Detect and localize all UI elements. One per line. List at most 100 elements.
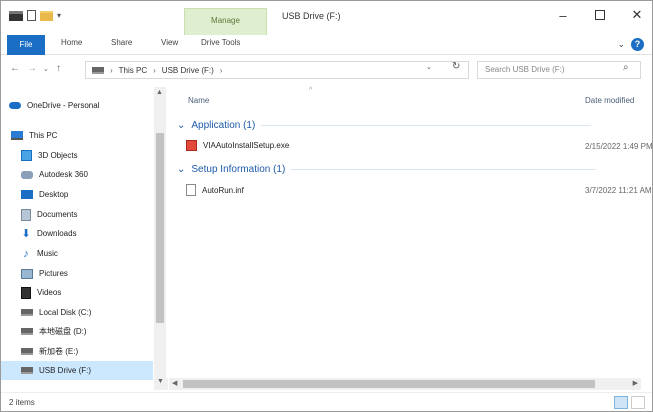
nav-item-autodesk-360[interactable]: Autodesk 360 xyxy=(1,165,153,184)
ribbon-tabs: File Home Share View Drive Tools ⌄ ? xyxy=(1,35,652,55)
group-divider xyxy=(261,125,592,126)
list-item[interactable]: AutoRun.inf xyxy=(186,184,244,196)
address-bar[interactable]: › This PC › USB Drive (F:) › xyxy=(85,61,469,79)
app-icon xyxy=(9,10,23,21)
nav-item-onedrive[interactable]: OneDrive - Personal xyxy=(1,96,153,115)
nav-item-pictures[interactable]: Pictures xyxy=(1,264,153,283)
nav-item-disk-d[interactable]: 本地磁盘 (D:) xyxy=(1,322,153,341)
breadcrumb-separator[interactable]: › xyxy=(110,66,113,75)
horizontal-scrollbar[interactable]: ◀ ▶ xyxy=(169,378,641,390)
tab-manage[interactable]: Manage xyxy=(184,8,267,35)
expand-ribbon-chevron-icon[interactable]: ⌄ xyxy=(617,39,625,50)
nav-item-label: USB Drive (F:) xyxy=(39,366,91,375)
scroll-right-icon[interactable]: ▶ xyxy=(633,379,638,387)
nav-item-label: Downloads xyxy=(37,229,77,238)
downloads-icon: ⬇ xyxy=(21,227,31,240)
column-header-name[interactable]: Name xyxy=(188,96,209,105)
nav-item-label: Pictures xyxy=(39,269,68,278)
properties-icon[interactable] xyxy=(27,10,36,21)
group-header-application[interactable]: ⌄ Application (1) xyxy=(177,120,592,131)
group-title: Application (1) xyxy=(191,120,256,131)
address-dropdown-chevron-icon[interactable]: ⌄ xyxy=(426,63,432,71)
nav-pane-scrollbar[interactable]: ▲ xyxy=(154,87,166,387)
group-collapse-chevron-icon[interactable]: ⌄ xyxy=(177,164,185,175)
nav-item-label: Documents xyxy=(37,210,78,219)
column-header-date-modified[interactable]: Date modified xyxy=(585,96,634,105)
breadcrumb-separator[interactable]: › xyxy=(220,66,223,75)
group-header-setup-information[interactable]: ⌄ Setup Information (1) xyxy=(177,164,597,175)
file-date: 3/7/2022 11:21 AM xyxy=(585,186,652,195)
customize-toolbar-chevron-icon[interactable]: ▾ xyxy=(57,11,61,20)
nav-item-videos[interactable]: Videos xyxy=(1,283,153,302)
new-folder-icon[interactable] xyxy=(40,10,53,21)
tab-home[interactable]: Home xyxy=(61,38,82,47)
recent-locations-chevron-icon[interactable]: ⌄ xyxy=(43,65,49,73)
nav-item-label: OneDrive - Personal xyxy=(27,101,100,110)
scrollbar-thumb[interactable] xyxy=(156,133,164,323)
nav-item-label: 新加卷 (E:) xyxy=(39,347,79,356)
usb-drive-icon xyxy=(21,367,33,374)
nav-item-documents[interactable]: Documents xyxy=(1,205,153,224)
tab-file[interactable]: File xyxy=(7,35,45,55)
nav-item-label: Autodesk 360 xyxy=(39,170,88,179)
help-icon[interactable]: ? xyxy=(631,38,644,51)
documents-icon xyxy=(21,208,31,221)
file-name: VIAAutoInstallSetup.exe xyxy=(203,141,290,150)
back-arrow-icon[interactable]: ← xyxy=(10,63,20,74)
group-divider xyxy=(291,169,597,170)
scroll-up-icon[interactable]: ▲ xyxy=(156,89,163,96)
breadcrumb-separator[interactable]: › xyxy=(153,66,156,75)
nav-item-label: 本地磁盘 (D:) xyxy=(39,327,87,336)
nav-item-music[interactable]: ♪ Music xyxy=(1,244,153,263)
nav-item-local-disk-c[interactable]: Local Disk (C:) xyxy=(1,303,153,322)
tab-share[interactable]: Share xyxy=(111,38,132,47)
pictures-icon xyxy=(21,268,33,279)
nav-item-label: Local Disk (C:) xyxy=(39,308,92,317)
large-icons-view-button[interactable] xyxy=(631,396,645,409)
nav-pane-scroll-down[interactable]: ▼ xyxy=(154,378,168,390)
nav-item-disk-e[interactable]: 新加卷 (E:) xyxy=(1,342,153,361)
exe-icon xyxy=(186,140,197,151)
search-input[interactable]: Search USB Drive (F:) xyxy=(477,61,641,79)
refresh-icon[interactable]: ↻ xyxy=(452,61,460,72)
file-name: AutoRun.inf xyxy=(202,185,244,195)
cloud-icon xyxy=(9,102,21,109)
3d-objects-icon xyxy=(21,150,32,161)
scroll-left-icon[interactable]: ◀ xyxy=(172,379,177,387)
nav-item-label: Music xyxy=(37,249,58,258)
group-title: Setup Information (1) xyxy=(191,164,286,175)
computer-icon xyxy=(11,131,23,140)
up-arrow-icon[interactable]: ↑ xyxy=(56,63,61,74)
close-button[interactable]: ✕ xyxy=(618,1,652,29)
disk-icon xyxy=(21,348,33,355)
drive-icon xyxy=(92,66,104,74)
nav-item-usb-drive-f[interactable]: USB Drive (F:) xyxy=(1,361,153,380)
forward-arrow-icon[interactable]: → xyxy=(27,63,37,74)
search-icon[interactable]: ⌕ xyxy=(623,62,629,73)
nav-item-downloads[interactable]: ⬇ Downloads xyxy=(1,224,153,243)
nav-item-desktop[interactable]: Desktop xyxy=(1,185,153,204)
nav-item-this-pc[interactable]: This PC xyxy=(1,126,153,145)
group-collapse-chevron-icon[interactable]: ⌄ xyxy=(177,120,185,131)
file-explorer-window: ▾ Manage USB Drive (F:) – ✕ File Home Sh… xyxy=(0,0,653,412)
videos-icon xyxy=(21,286,31,299)
nav-item-label: 3D Objects xyxy=(38,151,78,160)
list-item[interactable]: VIAAutoInstallSetup.exe xyxy=(186,140,289,151)
breadcrumb-this-pc[interactable]: This PC xyxy=(119,66,147,75)
tab-view[interactable]: View xyxy=(161,38,178,47)
quick-access-toolbar: ▾ xyxy=(9,10,61,21)
breadcrumb-usb-drive[interactable]: USB Drive (F:) xyxy=(162,66,214,75)
disk-icon xyxy=(21,309,33,316)
details-view-button[interactable] xyxy=(614,396,628,409)
tab-drive-tools[interactable]: Drive Tools xyxy=(201,38,240,47)
nav-item-label: Desktop xyxy=(39,190,69,199)
autodesk-icon xyxy=(21,170,33,179)
nav-item-3d-objects[interactable]: 3D Objects xyxy=(1,146,153,165)
item-count: 2 items xyxy=(9,398,35,407)
ribbon-help: ⌄ ? xyxy=(617,38,644,51)
music-icon: ♪ xyxy=(23,247,29,260)
desktop-icon xyxy=(21,190,33,199)
scrollbar-thumb[interactable] xyxy=(183,380,595,388)
maximize-button[interactable] xyxy=(581,1,619,29)
minimize-button[interactable]: – xyxy=(544,1,582,29)
